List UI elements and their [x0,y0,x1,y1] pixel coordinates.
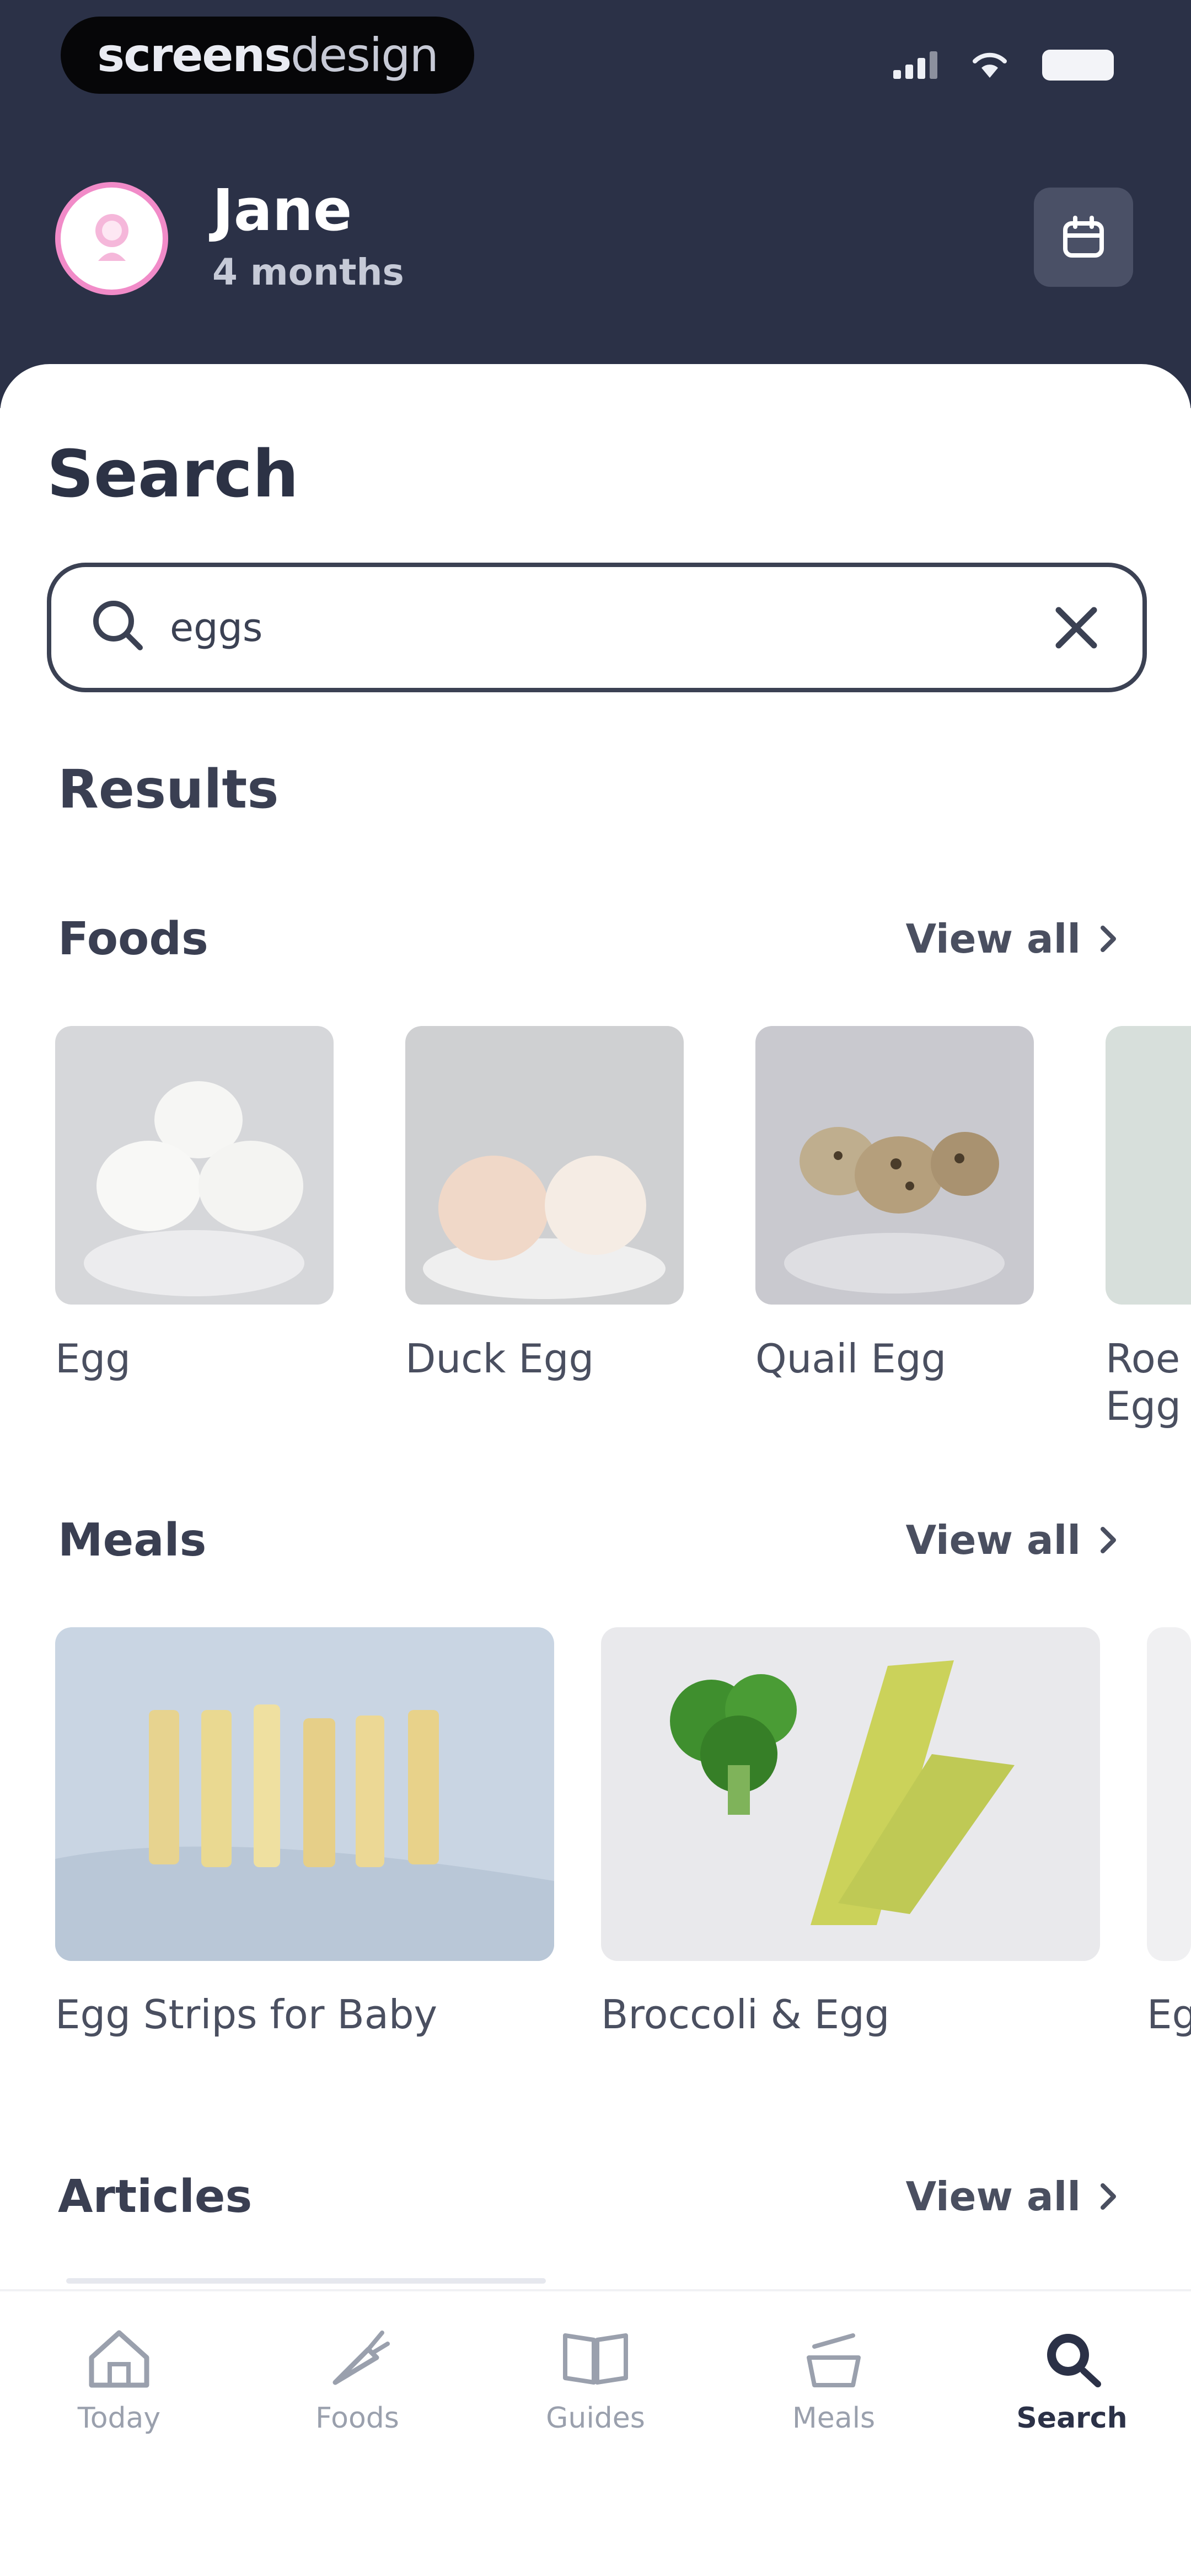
search-box[interactable] [47,563,1147,692]
nav-label: Foods [315,2402,399,2435]
page-title: Search [47,436,299,512]
book-icon [563,2333,628,2385]
articles-section-title: Articles [58,2171,253,2223]
food-card-duck-egg[interactable]: Duck Egg [405,1026,684,1382]
foods-view-all-link[interactable]: View all [906,916,1120,962]
chevron-right-icon [1101,1527,1116,1553]
nav-item-guides[interactable]: Guides [513,2324,678,2435]
article-card-peek [66,2278,546,2284]
food-card-roe-egg[interactable]: Roe Egg [1106,1026,1191,1430]
food-card-egg[interactable]: Egg [55,1026,334,1382]
nav-label: Today [77,2402,161,2435]
roe-egg-image [1106,1026,1191,1305]
brand-suffix: design [291,28,439,82]
meals-view-all-link[interactable]: View all [906,1517,1120,1563]
profile-age: 4 months [212,251,404,293]
nav-item-search[interactable]: Search [989,2324,1155,2435]
nav-item-meals[interactable]: Meals [751,2324,916,2435]
meal-label: Egg Strips for Baby [55,1991,438,2038]
app-screen: screens design Jane 4 months Search eggs… [0,0,1191,2576]
avatar[interactable] [55,182,168,295]
header: screens design Jane 4 months [0,0,1191,408]
baby-avatar-icon [95,213,128,261]
bottom-navigation: Today Foods Guides Meals Search [0,2289,1191,2576]
wifi-icon [973,52,1007,78]
view-all-label: View all [905,2173,1081,2220]
food-label: Roe Egg [1106,1335,1181,1430]
status-icons [893,50,1114,81]
search-input[interactable] [170,592,997,664]
quail-egg-image [755,1026,1034,1305]
meal-label: Eg [1147,1991,1191,2038]
nav-label: Guides [546,2402,645,2435]
food-label: Duck Egg [405,1335,594,1382]
food-label: Quail Egg [755,1335,947,1382]
brand-watermark: screens design [61,17,474,94]
food-card-quail-egg[interactable]: Quail Egg [755,1026,1034,1382]
results-heading: Results [58,758,279,820]
chevron-right-icon [1101,926,1116,952]
battery-icon [1042,50,1114,81]
brand-prefix: screens [97,28,292,82]
meal-label: Broccoli & Egg [601,1991,890,2038]
home-icon [89,2330,149,2388]
search-icon [93,601,143,650]
cellular-signal-icon [893,51,937,79]
search-icon [1047,2334,1101,2387]
foods-section-title: Foods [58,913,208,965]
nav-item-today[interactable]: Today [36,2324,202,2435]
chevron-right-icon [1101,2183,1116,2210]
egg-strips-image [55,1627,554,1961]
nav-label: Meals [792,2402,876,2435]
articles-view-all-link[interactable]: View all [906,2173,1120,2220]
view-all-label: View all [905,1517,1081,1563]
carrot-icon [332,2331,390,2385]
nav-item-foods[interactable]: Foods [275,2324,440,2435]
clear-search-icon[interactable] [1049,600,1104,655]
meals-section-title: Meals [58,1514,207,1567]
duck-egg-image [405,1026,684,1305]
meal-image-partial [1147,1627,1191,1961]
view-all-label: View all [905,916,1081,962]
meal-card-egg-strips[interactable]: Egg Strips for Baby [55,1627,554,2038]
profile-name: Jane [212,177,352,244]
calendar-button[interactable] [1034,188,1133,287]
bowl-icon [807,2333,861,2387]
meal-card-partial[interactable]: Eg [1147,1627,1191,2038]
food-label: Egg [55,1335,131,1382]
nav-label: Search [1016,2402,1128,2435]
egg-image [55,1026,334,1305]
meal-card-broccoli-egg[interactable]: Broccoli & Egg [601,1627,1100,2038]
calendar-icon [1063,216,1104,258]
broccoli-egg-image [601,1627,1100,1961]
